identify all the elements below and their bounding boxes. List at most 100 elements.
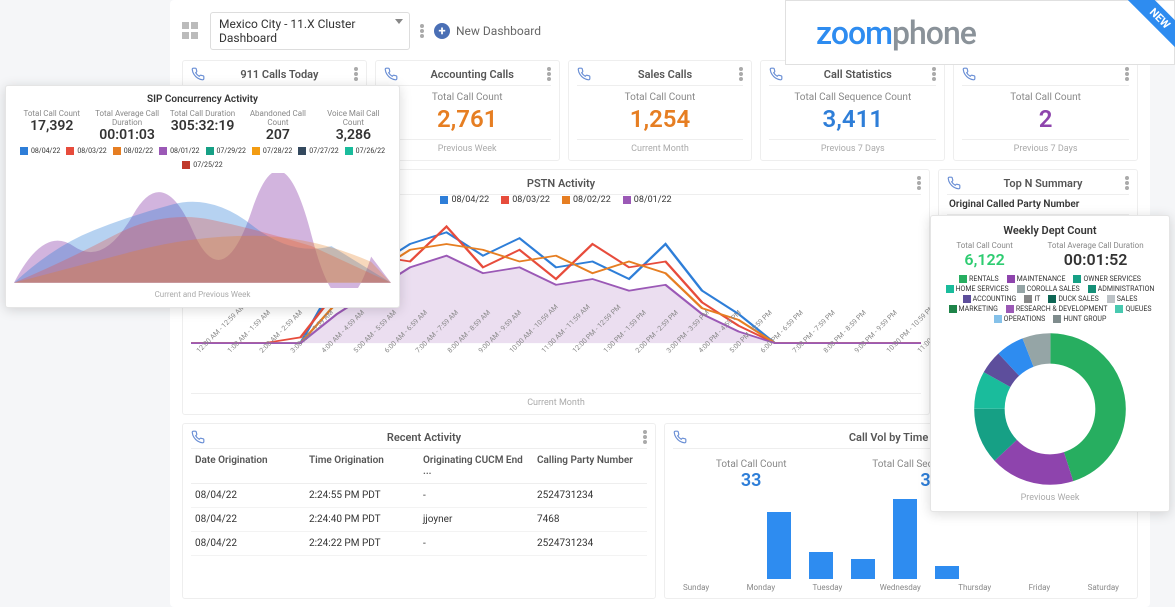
legend-item: 08/04/22 xyxy=(440,195,489,205)
stat-value: 2 xyxy=(962,105,1129,133)
legend-item: DUCK SALES xyxy=(1048,295,1098,303)
more-icon[interactable] xyxy=(354,67,358,81)
stat-label: Total Call Count xyxy=(716,459,787,470)
stat-title: 911 Calls Today xyxy=(205,68,354,81)
stat-footer: Previous Week xyxy=(384,139,551,154)
xaxis-label: 1:00 AM - 1:59 AM xyxy=(226,348,254,376)
brand-phone: phone xyxy=(892,14,976,52)
stat-card: Sales Calls Total Call Count 1,254 Curre… xyxy=(568,60,753,161)
cell: 08/04/22 xyxy=(191,512,305,527)
more-icon[interactable] xyxy=(643,430,647,444)
sip-stats: Total Call Count17,392Total Average Call… xyxy=(14,109,391,143)
xaxis-label: 7:00 PM - 7:59 PM xyxy=(791,348,819,376)
recent-title: Recent Activity xyxy=(205,431,643,444)
bar xyxy=(767,512,791,579)
bar xyxy=(893,499,917,579)
stat-footer: Previous 7 Days xyxy=(769,139,936,154)
xaxis-label: 4:00 PM - 4:59 PM xyxy=(697,348,725,376)
xaxis-label: 8:00 PM - 8:59 PM xyxy=(822,348,850,376)
xaxis-label: Friday xyxy=(1029,583,1051,592)
stat-value: 2,761 xyxy=(384,105,551,133)
new-dashboard-button[interactable]: +New Dashboard xyxy=(434,23,541,39)
sip-chart xyxy=(14,173,391,288)
stat-value: 33 xyxy=(716,470,787,491)
column-header: Date Origination xyxy=(191,453,305,479)
weekly-overlay-card: Weekly Dept Count Total Call Count6,122T… xyxy=(930,215,1170,512)
legend-item: HOME SERVICES xyxy=(946,285,1009,293)
topn-column: Original Called Party Number xyxy=(947,195,1129,215)
more-icon[interactable] xyxy=(1125,67,1129,81)
bar xyxy=(935,566,959,579)
stat-label: Total Call Count xyxy=(14,109,89,118)
bar xyxy=(851,559,875,579)
brand-zoom: zoom xyxy=(816,14,892,52)
legend-item: RESEARCH & DEVELOPMENT xyxy=(1006,305,1108,313)
zoomphone-banner: zoomphone NEW xyxy=(785,0,1175,65)
weekly-stats: Total Call Count6,122Total Average Call … xyxy=(939,241,1161,269)
column-header: Time Origination xyxy=(305,453,419,479)
stat-title: Accounting Calls xyxy=(398,68,547,81)
xaxis-label: Tuesday xyxy=(813,583,843,592)
xaxis-label: 5:00 AM - 5:59 AM xyxy=(352,348,380,376)
cell: 2524731234 xyxy=(533,536,647,551)
column-header: Originating CUCM End ... xyxy=(419,453,533,479)
cell: - xyxy=(419,488,533,503)
legend-item: COROLLA SALES xyxy=(1017,285,1080,293)
more-icon[interactable] xyxy=(420,24,424,38)
more-icon[interactable] xyxy=(547,67,551,81)
legend-item: QUEUES xyxy=(1115,305,1151,313)
table-row[interactable]: 08/04/222:24:22 PM PDT-2524731234 xyxy=(191,532,647,556)
legend-item: 08/02/22 xyxy=(113,147,153,155)
grid-icon[interactable] xyxy=(182,22,200,40)
more-icon[interactable] xyxy=(1125,176,1129,190)
legend-item: 08/01/22 xyxy=(623,195,672,205)
stat-card: Accounting Calls Total Call Count 2,761 … xyxy=(375,60,560,161)
pstn-xaxis: 12:00 AM - 12:59 AM1:00 AM - 1:59 AM2:00… xyxy=(191,349,921,387)
stat-value: 207 xyxy=(240,127,315,143)
stat-label: Total Call Count xyxy=(384,92,551,103)
more-icon[interactable] xyxy=(917,176,921,190)
legend-item: RENTALS xyxy=(959,275,999,283)
legend-item: MARKETING xyxy=(949,305,998,313)
stat-value: 17,392 xyxy=(14,118,89,134)
legend-item: 08/04/22 xyxy=(20,147,60,155)
xaxis-label: Saturday xyxy=(1088,583,1119,592)
dashboard-selector[interactable]: Mexico City - 11.X Cluster Dashboard xyxy=(210,12,410,50)
stat-value: 6,122 xyxy=(956,250,1013,269)
legend-item: 07/26/22 xyxy=(345,147,385,155)
sip-legend: 08/04/2208/03/2208/02/2208/01/2207/29/22… xyxy=(14,147,391,169)
more-icon[interactable] xyxy=(932,67,936,81)
more-icon[interactable] xyxy=(739,67,743,81)
table-header: Date OriginationTime OriginationOriginat… xyxy=(191,449,647,484)
stat-title: Sales Calls xyxy=(591,68,740,81)
xaxis-label: 8:00 AM - 8:59 AM xyxy=(446,348,474,376)
cell: 2:24:55 PM PDT xyxy=(305,488,419,503)
recent-activity-panel: Recent Activity Date OriginationTime Ori… xyxy=(182,423,656,599)
stat-title: Call Statistics xyxy=(783,68,932,81)
xaxis-label: 1:00 PM - 1:59 PM xyxy=(602,348,630,376)
table-row[interactable]: 08/04/222:24:55 PM PDT-2524731234 xyxy=(191,484,647,508)
stat-label: Voice Mail Call Count xyxy=(316,109,391,127)
plus-icon: + xyxy=(434,23,450,39)
topn-title: Top N Summary xyxy=(961,177,1125,190)
table-row[interactable]: 08/04/222:24:40 PM PDTjjoyner7468 xyxy=(191,508,647,532)
stat-value: 1,254 xyxy=(577,105,744,133)
xaxis-label: 12:00 PM - 12:59 PM xyxy=(571,348,599,376)
cell: 7468 xyxy=(533,512,647,527)
xaxis-label: 2:00 AM - 2:59 AM xyxy=(258,348,286,376)
xaxis-label: Sunday xyxy=(683,583,709,592)
legend-item: SALES xyxy=(1107,295,1138,303)
phone-icon xyxy=(191,430,205,444)
legend-item: 08/03/22 xyxy=(501,195,550,205)
cell: jjoyner xyxy=(419,512,533,527)
legend-item: 07/25/22 xyxy=(182,161,222,169)
xaxis-label: 11:00 AM - 11:59 AM xyxy=(540,348,568,376)
legend-item: 08/01/22 xyxy=(159,147,199,155)
xaxis-label: 9:00 PM - 9:59 PM xyxy=(853,348,881,376)
weekly-donut xyxy=(939,329,1161,489)
legend-item: IT xyxy=(1024,295,1040,303)
stat-footer: Previous 7 Days xyxy=(962,139,1129,154)
stat-label: Total Call Count xyxy=(956,241,1013,250)
new-badge: NEW xyxy=(1124,0,1175,55)
cell: 2524731234 xyxy=(533,488,647,503)
